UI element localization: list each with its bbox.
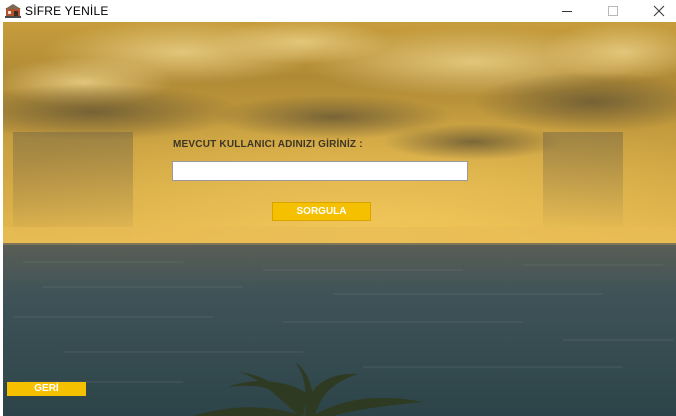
- app-window: SİFRE YENİLE MEVCUT KULLANICI ADINIZI Gİ…: [0, 0, 676, 416]
- window-title: SİFRE YENİLE: [25, 4, 109, 18]
- maximize-icon: [608, 6, 618, 16]
- background-scene: MEVCUT KULLANICI ADINIZI GİRİNİZ : SORGU…: [3, 22, 676, 416]
- title-bar: SİFRE YENİLE: [0, 0, 676, 22]
- maximize-button[interactable]: [590, 0, 636, 22]
- close-icon: [653, 5, 665, 17]
- minimize-button[interactable]: [544, 0, 590, 22]
- minimize-icon: [562, 11, 572, 12]
- app-icon: [5, 3, 21, 18]
- username-input[interactable]: [172, 161, 468, 181]
- back-button[interactable]: GERİ: [7, 382, 86, 396]
- username-prompt-label: MEVCUT KULLANICI ADINIZI GİRİNİZ :: [173, 139, 363, 150]
- close-button[interactable]: [636, 0, 676, 22]
- query-button[interactable]: SORGULA: [272, 202, 371, 221]
